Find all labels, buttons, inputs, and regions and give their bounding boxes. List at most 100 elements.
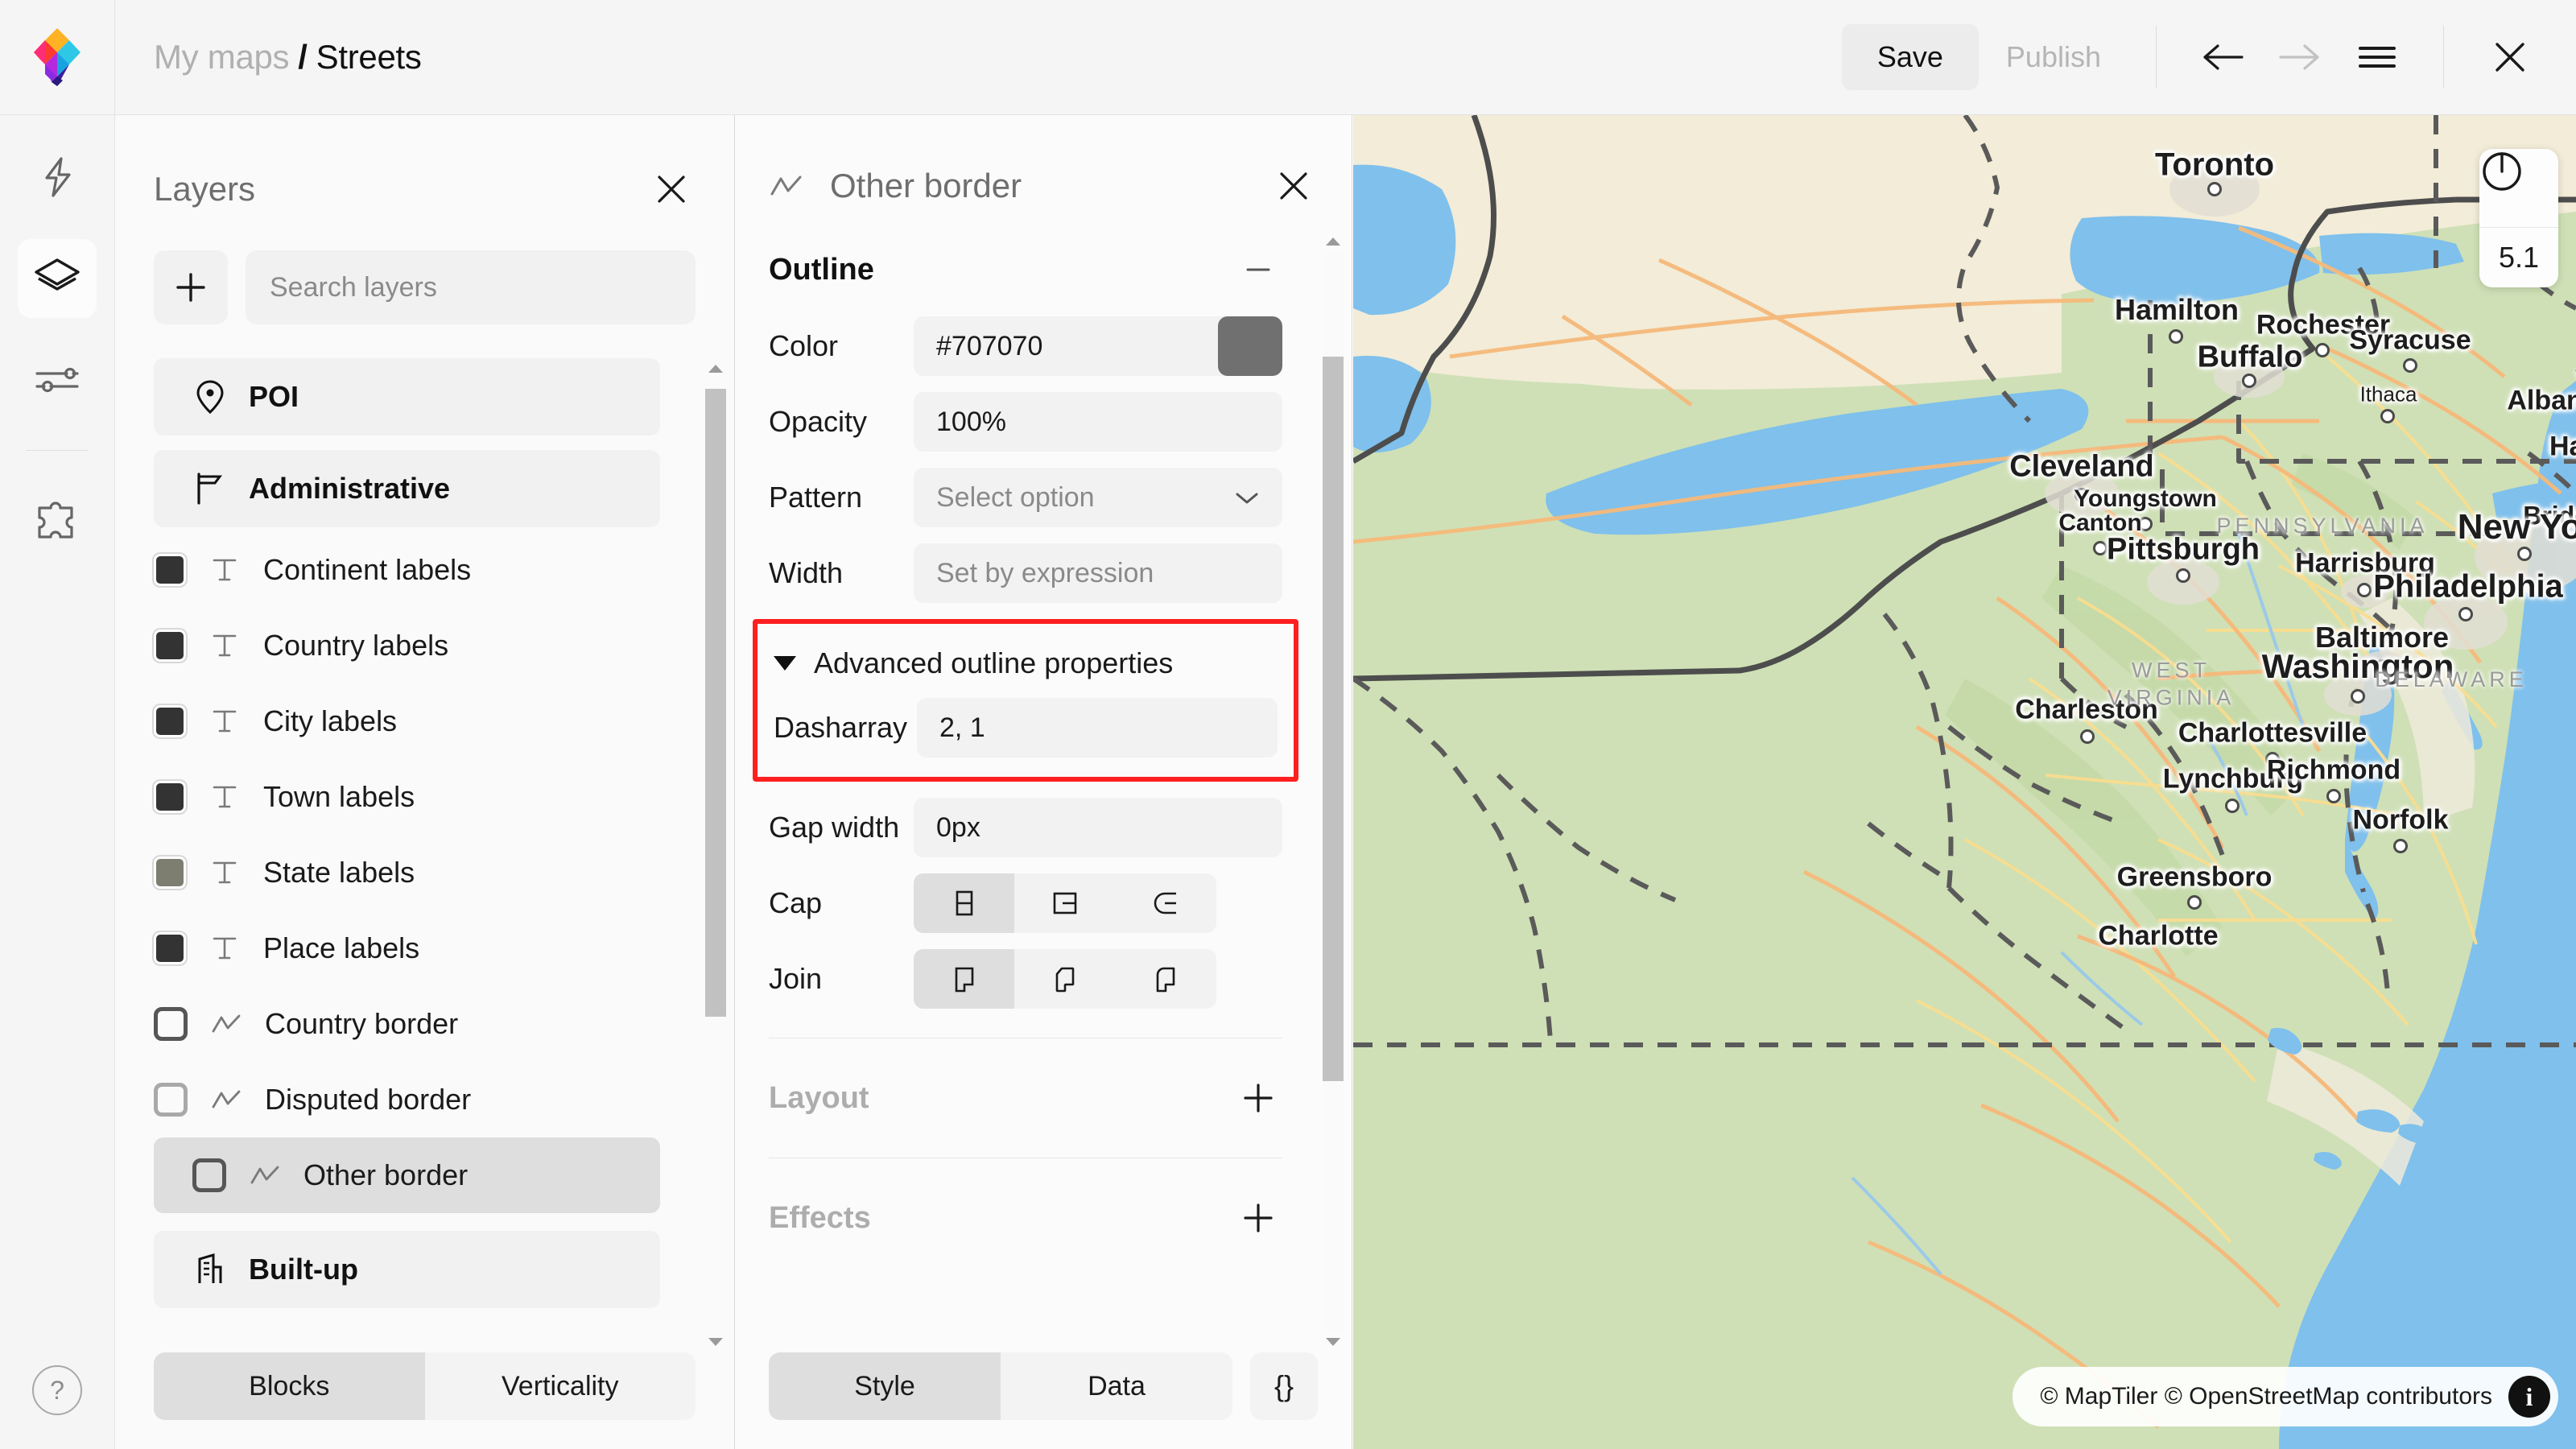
scrollbar-thumb[interactable] [1323,357,1344,1081]
close-layers-panel-button[interactable] [647,165,696,213]
join-round-button[interactable] [1116,949,1216,1009]
layer-item-city-labels[interactable]: City labels [115,683,699,759]
layer-item-country-border[interactable]: Country border [115,986,699,1062]
help-button[interactable]: ? [32,1365,82,1415]
info-icon[interactable]: i [2508,1376,2550,1418]
rail-item-settings[interactable] [18,341,97,419]
plus-icon [1241,1200,1276,1236]
cap-round-icon [1147,885,1184,922]
section-title: Outline [769,253,874,287]
field-cap: Cap [735,865,1316,941]
map-zoom-level: 5.1 [2479,228,2558,287]
cap-butt-button[interactable] [914,873,1014,933]
field-width: Width Set by expression [735,535,1316,611]
join-miter-button[interactable] [914,949,1014,1009]
dasharray-input[interactable]: 2, 1 [917,698,1278,758]
add-layout-property-button[interactable] [1234,1074,1282,1122]
city-marker [2093,541,2107,555]
close-properties-panel-button[interactable] [1269,162,1318,210]
search-layers-input[interactable] [246,250,696,324]
scrollbar-track[interactable] [1323,252,1344,1331]
properties-scrollbar[interactable] [1321,231,1345,1352]
layer-color-swatch[interactable] [154,1007,188,1041]
layer-item-label: City labels [263,704,397,738]
layer-item-state-labels[interactable]: State labels [115,835,699,910]
tab-blocks[interactable]: Blocks [154,1352,425,1420]
opacity-input[interactable]: 100% [914,392,1282,452]
forward-button[interactable] [2261,19,2339,96]
layer-color-swatch[interactable] [154,932,186,964]
layer-item-country-labels[interactable]: Country labels [115,608,699,683]
field-label: Gap width [769,811,914,844]
map-canvas[interactable]: Toronto Hamilton Rochester Syracuse Buff… [1353,115,2576,1449]
cap-square-button[interactable] [1014,873,1115,933]
compass-button[interactable] [2479,149,2558,228]
scrollbar-thumb[interactable] [705,389,726,1017]
layer-color-swatch[interactable] [154,705,186,737]
color-value: #707070 [936,331,1042,362]
layer-item-other-border[interactable]: Other border [154,1137,660,1213]
pattern-select[interactable]: Select option [914,468,1282,527]
layer-item-place-labels[interactable]: Place labels [115,910,699,986]
join-bevel-button[interactable] [1014,949,1115,1009]
compass-icon [2479,149,2524,194]
layer-group-poi[interactable]: POI [154,358,660,436]
properties-panel: Other border Outline Color [735,115,1352,1449]
field-label: Join [769,962,914,996]
properties-scroll-region: Outline Color #707070 [735,231,1352,1352]
tab-data[interactable]: Data [1001,1352,1232,1420]
scroll-up-icon[interactable] [707,358,724,379]
app-logo[interactable] [0,0,115,115]
gap-width-input[interactable]: 0px [914,798,1282,857]
plus-icon [173,270,208,305]
layer-item-continent-labels[interactable]: Continent labels [115,532,699,608]
save-button[interactable]: Save [1842,24,1979,90]
layer-item-town-labels[interactable]: Town labels [115,759,699,835]
add-layer-button[interactable] [154,250,228,324]
layer-group-administrative[interactable]: Administrative [154,450,660,527]
field-join: Join [735,941,1316,1017]
scroll-down-icon[interactable] [1324,1331,1342,1352]
cap-round-button[interactable] [1116,873,1216,933]
back-button[interactable] [2184,19,2261,96]
scroll-up-icon[interactable] [1324,231,1342,252]
color-input[interactable]: #707070 [914,316,1282,376]
layers-scrollbar[interactable] [704,358,728,1352]
scroll-down-icon[interactable] [707,1331,724,1352]
field-label: Pattern [769,481,914,514]
color-swatch[interactable] [1218,316,1282,376]
publish-button[interactable]: Publish [1979,24,2128,90]
breadcrumb: My maps / Streets [154,38,422,76]
layer-color-swatch[interactable] [154,781,186,813]
width-input[interactable]: Set by expression [914,543,1282,603]
layer-color-swatch[interactable] [154,554,186,586]
json-editor-button[interactable]: {} [1250,1352,1318,1420]
tab-verticality[interactable]: Verticality [425,1352,696,1420]
close-icon [2491,38,2529,76]
line-icon [769,173,804,199]
layer-group-built-up[interactable]: Built-up [154,1231,660,1308]
layer-item-disputed-border[interactable]: Disputed border [115,1062,699,1137]
city-marker [2138,517,2153,531]
tab-style[interactable]: Style [769,1352,1001,1420]
add-effect-button[interactable] [1234,1194,1282,1242]
scrollbar-track[interactable] [705,379,726,1331]
map-attribution: © MapTiler © OpenStreetMap contributors … [2013,1367,2558,1426]
puzzle-icon [35,500,80,542]
layer-color-swatch[interactable] [192,1158,226,1192]
advanced-outline-toggle[interactable]: Advanced outline properties [758,632,1294,690]
layer-color-swatch[interactable] [154,630,186,662]
menu-button[interactable] [2339,19,2416,96]
city-marker [2207,182,2222,196]
city-marker [2176,568,2190,583]
collapse-outline-button[interactable] [1234,246,1282,294]
layer-color-swatch[interactable] [154,1083,188,1117]
layer-item-label: Continent labels [263,553,471,587]
rail-item-layers[interactable] [18,239,97,318]
breadcrumb-root[interactable]: My maps [154,38,289,76]
rail-item-plugins[interactable] [18,481,97,560]
rail-item-lightning[interactable] [18,138,97,217]
city-marker [2326,789,2341,803]
layer-color-swatch[interactable] [154,857,186,889]
close-editor-button[interactable] [2471,19,2549,96]
